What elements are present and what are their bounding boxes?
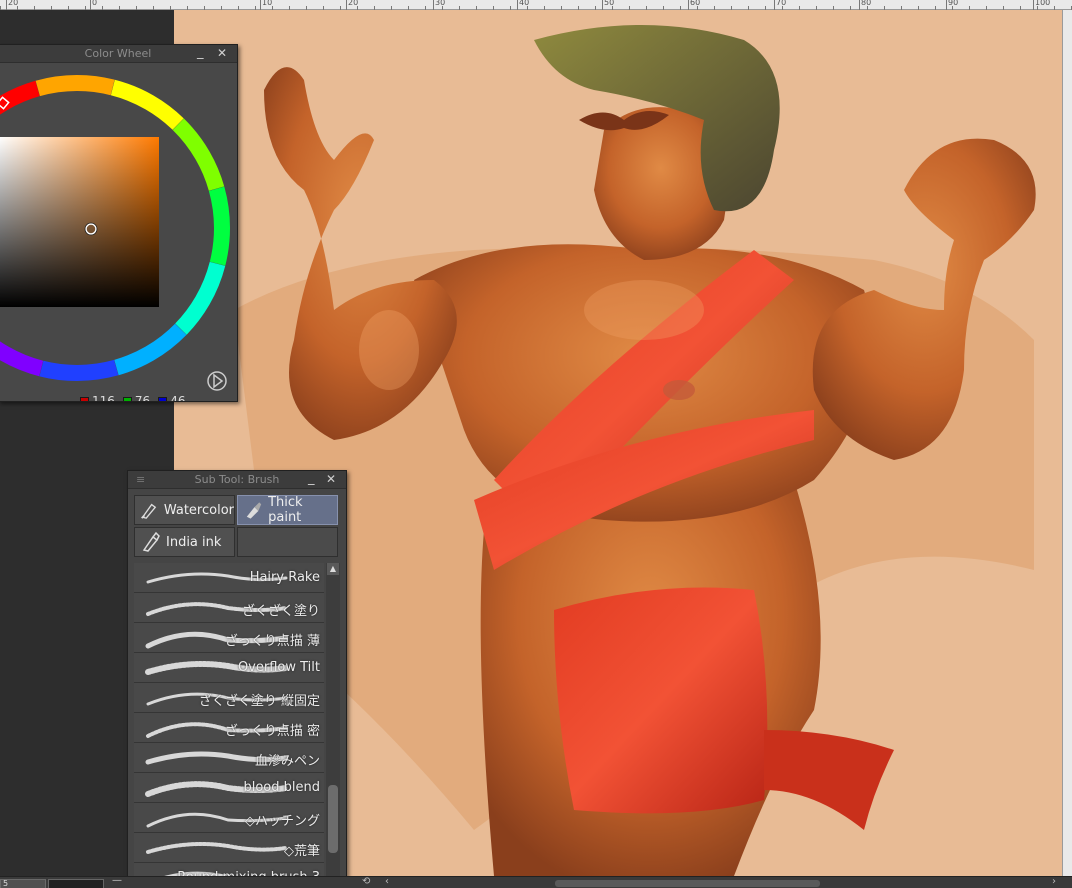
ruler-tick — [260, 0, 261, 10]
brush-item[interactable]: ざくざく塗り 縦固定 — [134, 683, 324, 713]
watercolor-brush-icon — [141, 503, 157, 519]
ruler-tick — [346, 0, 347, 10]
brush-list: Hairy Rake ざくざく塗りざっくり点描 薄 Overflow Tilt ざくざ… — [134, 563, 324, 888]
brush-item[interactable]: 血滲みペン — [134, 743, 324, 773]
ruler-tick — [517, 0, 518, 10]
tab-india-ink[interactable]: India ink — [134, 527, 235, 557]
brush-name: ◇荒筆 — [284, 844, 320, 859]
tab-label: Thick paint — [268, 495, 303, 525]
brush-name: blood blend — [243, 780, 320, 795]
ruler-label: 10 — [262, 0, 273, 7]
green-value[interactable]: 76 — [135, 394, 150, 401]
scroll-up-icon[interactable]: ▲ — [327, 563, 339, 575]
tab-empty-slot — [237, 527, 338, 557]
brush-name: ざっくり点描 密 — [224, 724, 320, 739]
blue-swatch — [158, 396, 168, 401]
brush-name: Hairy Rake — [249, 570, 320, 585]
brush-list-scrollbar[interactable]: ▲ — [326, 563, 340, 883]
tab-label: India ink — [166, 534, 222, 550]
color-wheel-body: 116 76 46 — [0, 63, 237, 401]
brush-item[interactable]: blood blend — [134, 773, 324, 803]
scroll-thumb[interactable] — [328, 785, 338, 853]
ruler-label: 0 — [92, 0, 98, 7]
ruler-tick — [6, 0, 7, 10]
ruler-tick — [1033, 0, 1034, 10]
blue-value[interactable]: 46 — [170, 394, 185, 401]
brush-item[interactable]: Hairy Rake — [134, 563, 324, 593]
brush-name: ◇ハッチング — [245, 814, 320, 829]
brush-item[interactable]: ざっくり点描 密 — [134, 713, 324, 743]
scroll-right-icon[interactable]: › — [1052, 876, 1056, 887]
ruler-tick — [859, 0, 860, 10]
close-icon[interactable]: ✕ — [217, 45, 227, 61]
green-swatch — [122, 396, 132, 401]
status-bar: 5 — ⟲ ‹ › — [0, 875, 1072, 888]
rotate-icon[interactable]: ⟲ — [362, 876, 370, 887]
tab-thick-paint[interactable]: Thick paint — [237, 495, 338, 525]
ruler-label: 60 — [690, 0, 701, 7]
horizontal-scroll-thumb[interactable] — [555, 880, 820, 887]
panel-menu-icon[interactable]: ≡ — [136, 471, 145, 489]
tab-watercolor[interactable]: Watercolor — [134, 495, 235, 525]
minimize-icon[interactable]: _ — [308, 471, 315, 487]
brush-name: Overflow Tilt — [237, 660, 320, 675]
zoom-out-icon[interactable]: — — [112, 875, 122, 886]
thick-paint-brush-icon — [246, 502, 262, 519]
zoom-field[interactable]: 5 — [0, 879, 46, 888]
ink-pen-icon — [142, 531, 160, 552]
navigator-preview[interactable] — [48, 879, 104, 888]
ruler-tick — [774, 0, 775, 10]
brush-group-tabs: Watercolor Thick paint — [134, 495, 338, 525]
color-wheel-titlebar[interactable]: Color Wheel _ ✕ — [0, 45, 237, 63]
minimize-icon[interactable]: _ — [197, 45, 204, 61]
color-wheel-title: Color Wheel — [84, 47, 152, 60]
ruler-label: 90 — [948, 0, 959, 7]
brush-group-tabs-row2: India ink — [134, 527, 338, 557]
ruler-tick — [90, 0, 91, 10]
color-wheel-panel: Color Wheel _ ✕ 116 76 46 — [0, 44, 238, 402]
ruler-label: 30 — [435, 0, 446, 7]
red-swatch — [80, 396, 89, 401]
hue-ring[interactable] — [0, 63, 237, 401]
brush-item[interactable]: ◇荒筆 — [134, 833, 324, 863]
scroll-left-icon[interactable]: ‹ — [385, 876, 389, 887]
sub-tool-brush-panel: ≡ Sub Tool: Brush _ ✕ Watercolor Thick p… — [127, 470, 347, 888]
brush-name: ざくざく塗り — [241, 604, 320, 619]
brush-item[interactable]: ざくざく塗り — [134, 593, 324, 623]
brush-item[interactable]: ◇ハッチング — [134, 803, 324, 833]
play-circle-icon[interactable] — [207, 371, 227, 391]
tab-label: Watercolor — [163, 502, 234, 518]
brush-item[interactable]: ざっくり点描 薄 — [134, 623, 324, 653]
app-window: 20 0 10 20 30 40 50 60 70 80 90 100 Colo… — [0, 0, 1072, 888]
rgb-readout: 116 76 46 — [75, 394, 185, 401]
sub-tool-titlebar[interactable]: ≡ Sub Tool: Brush _ ✕ — [128, 471, 346, 489]
right-ruler — [1062, 10, 1072, 876]
brush-name: ざくざく塗り 縦固定 — [198, 694, 320, 709]
ruler-tick — [688, 0, 689, 10]
ruler-tick — [602, 0, 603, 10]
brush-name: ざっくり点描 薄 — [224, 634, 320, 649]
sub-tool-title: Sub Tool: Brush — [194, 473, 280, 486]
brush-item[interactable]: Overflow Tilt — [134, 653, 324, 683]
top-ruler: 20 0 10 20 30 40 50 60 70 80 90 100 — [0, 0, 1072, 10]
close-icon[interactable]: ✕ — [326, 471, 336, 487]
ruler-tick — [946, 0, 947, 10]
red-value[interactable]: 116 — [92, 394, 115, 401]
ruler-tick — [433, 0, 434, 10]
brush-name: 血滲みペン — [254, 754, 320, 769]
brush-stroke-preview — [146, 842, 288, 854]
